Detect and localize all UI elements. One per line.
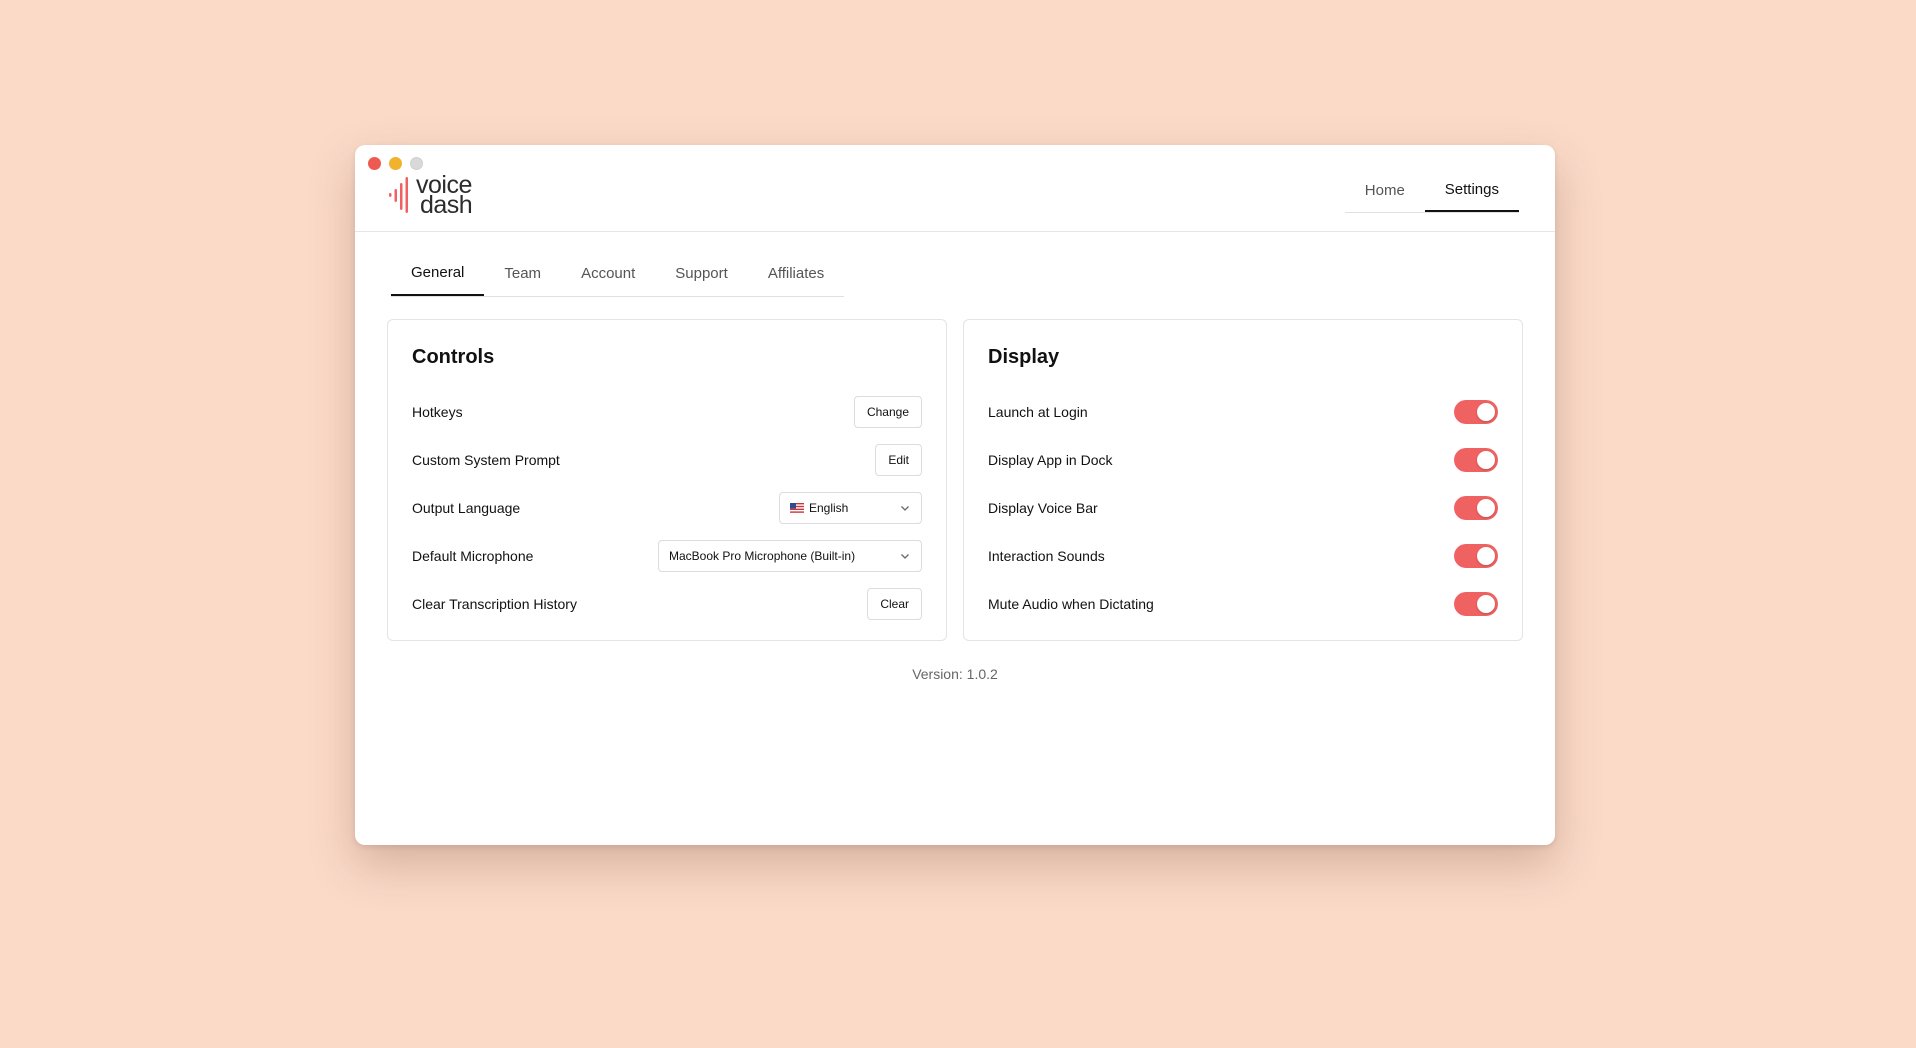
voice-bar-row: Display Voice Bar bbox=[988, 484, 1498, 532]
nav-tab-settings[interactable]: Settings bbox=[1424, 169, 1519, 212]
display-in-dock-toggle[interactable] bbox=[1454, 448, 1498, 472]
logo-line-2: dash bbox=[420, 191, 473, 219]
toggle-knob bbox=[1477, 451, 1495, 469]
display-title: Display bbox=[988, 346, 1060, 368]
tab-team[interactable]: Team bbox=[484, 250, 561, 296]
controls-card: Controls Hotkeys Change Custom System Pr… bbox=[387, 319, 947, 641]
mute-audio-label: Mute Audio when Dictating bbox=[988, 596, 1154, 612]
app-header: voice dash Home Settings bbox=[355, 145, 1555, 232]
output-language-row: Output Language English bbox=[412, 484, 922, 532]
output-language-value-wrap: English bbox=[790, 501, 848, 515]
launch-at-login-label: Launch at Login bbox=[988, 404, 1088, 420]
clear-history-button[interactable]: Clear bbox=[867, 588, 922, 620]
launch-at-login-row: Launch at Login bbox=[988, 388, 1498, 436]
output-language-select[interactable]: English bbox=[779, 492, 922, 524]
app-logo: voice dash bbox=[388, 173, 473, 219]
chevron-down-icon bbox=[901, 554, 909, 559]
tab-account[interactable]: Account bbox=[561, 250, 655, 296]
mute-audio-row: Mute Audio when Dictating bbox=[988, 580, 1498, 628]
version-label: Version: 1.0.2 bbox=[912, 666, 998, 682]
app-window: voice dash Home Settings General Team Ac… bbox=[355, 145, 1555, 845]
settings-tabs: General Team Account Support Affiliates bbox=[391, 250, 845, 297]
tab-support[interactable]: Support bbox=[655, 250, 748, 296]
change-hotkeys-button[interactable]: Change bbox=[853, 396, 922, 428]
clear-history-row: Clear Transcription History Clear bbox=[412, 580, 922, 628]
voice-bar-toggle[interactable] bbox=[1454, 496, 1498, 520]
interaction-sounds-toggle[interactable] bbox=[1454, 544, 1498, 568]
top-navigation: Home Settings bbox=[1344, 169, 1519, 213]
controls-title: Controls bbox=[412, 346, 495, 368]
toggle-knob bbox=[1477, 547, 1495, 565]
clear-history-label: Clear Transcription History bbox=[412, 596, 577, 612]
tab-general[interactable]: General bbox=[391, 250, 485, 296]
default-microphone-value: MacBook Pro Microphone (Built-in) bbox=[669, 549, 856, 563]
toggle-knob bbox=[1477, 595, 1495, 613]
interaction-sounds-row: Interaction Sounds bbox=[988, 532, 1498, 580]
hotkeys-row: Hotkeys Change bbox=[412, 388, 922, 436]
soundwave-logo-icon bbox=[389, 177, 408, 213]
interaction-sounds-label: Interaction Sounds bbox=[988, 548, 1105, 564]
launch-at-login-toggle[interactable] bbox=[1454, 400, 1498, 424]
system-prompt-label: Custom System Prompt bbox=[412, 452, 560, 468]
us-flag-icon bbox=[790, 503, 804, 513]
default-microphone-label: Default Microphone bbox=[412, 548, 534, 564]
display-card: Display Launch at Login Display App in D… bbox=[963, 319, 1523, 641]
system-prompt-row: Custom System Prompt Edit bbox=[412, 436, 922, 484]
voice-bar-label: Display Voice Bar bbox=[988, 500, 1098, 516]
default-microphone-row: Default Microphone MacBook Pro Microphon… bbox=[412, 532, 922, 580]
toggle-knob bbox=[1477, 499, 1495, 517]
chevron-down-icon bbox=[901, 506, 909, 511]
display-in-dock-label: Display App in Dock bbox=[988, 452, 1113, 468]
toggle-knob bbox=[1477, 403, 1495, 421]
mute-audio-toggle[interactable] bbox=[1454, 592, 1498, 616]
output-language-value: English bbox=[809, 501, 849, 515]
logo-wordmark: voice dash bbox=[416, 173, 473, 219]
nav-tab-home[interactable]: Home bbox=[1345, 169, 1425, 212]
edit-prompt-button[interactable]: Edit bbox=[875, 444, 922, 476]
hotkeys-label: Hotkeys bbox=[412, 404, 463, 420]
display-in-dock-row: Display App in Dock bbox=[988, 436, 1498, 484]
tab-affiliates[interactable]: Affiliates bbox=[748, 250, 844, 296]
default-microphone-select[interactable]: MacBook Pro Microphone (Built-in) bbox=[658, 540, 922, 572]
output-language-label: Output Language bbox=[412, 500, 521, 516]
